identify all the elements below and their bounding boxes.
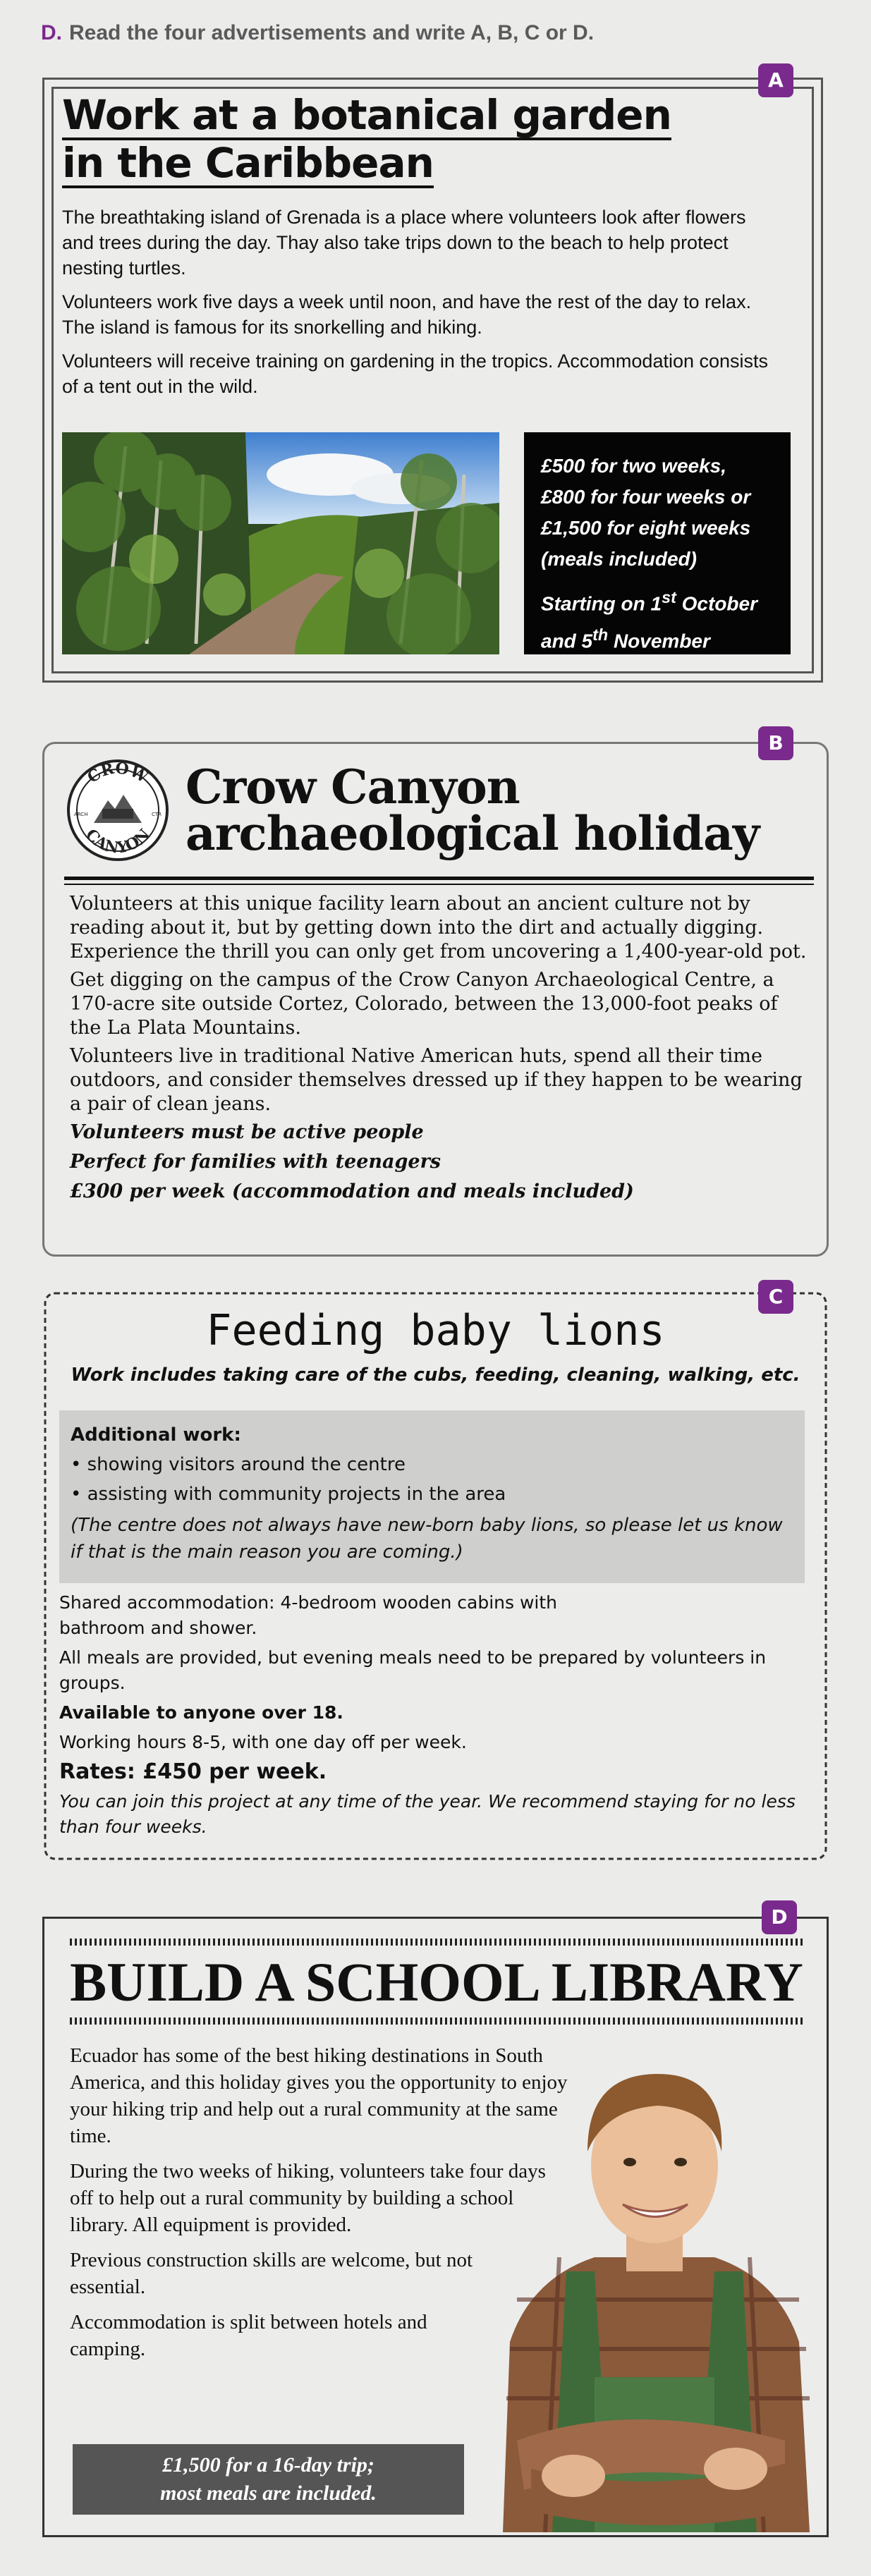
- advert-c-subtitle: Work includes taking care of the cubs, f…: [71, 1365, 800, 1386]
- advert-d: BUILD A SCHOOL LIBRARY Ecuador has some …: [42, 1917, 829, 2537]
- volunteer-photo: [489, 2046, 820, 2533]
- instruction: D. Read the four advertisements and write…: [41, 21, 594, 45]
- instruction-letter: D.: [41, 21, 62, 44]
- advert-b-body: Volunteers at this unique facility learn…: [70, 893, 807, 1202]
- tag-d: D: [762, 1900, 797, 1934]
- advert-a-start-dates: Starting on 1st October and 5th November: [541, 588, 758, 652]
- tag-a: A: [758, 63, 793, 97]
- advert-c-body: Shared accommodation: 4-bedroom wooden c…: [59, 1592, 796, 1837]
- advert-b-title: Crow Canyon archaeological holiday: [185, 759, 760, 861]
- advert-d-title: BUILD A SCHOOL LIBRARY: [70, 1951, 803, 2013]
- stripe-top: [70, 1939, 803, 1946]
- divider: [64, 877, 814, 880]
- tag-c: C: [758, 1280, 793, 1314]
- crow-canyon-logo: CROW CANYON ARCH CTR: [66, 758, 170, 862]
- advert-b: CROW CANYON ARCH CTR Crow Canyon archaeo…: [42, 742, 829, 1257]
- tag-b: B: [758, 726, 793, 760]
- svg-text:CTR: CTR: [152, 812, 162, 817]
- additional-work-box: Additional work: • showing visitors arou…: [59, 1410, 805, 1583]
- advert-d-price-box: £1,500 for a 16-day trip; most meals are…: [73, 2444, 464, 2515]
- instruction-text: Read the four advertisements and write A…: [69, 21, 595, 44]
- stripe-bottom: [70, 2018, 803, 2025]
- advert-a-body: The breathtaking island of Grenada is a …: [62, 207, 769, 397]
- advert-a-title: Work at a botanical garden in the Caribb…: [62, 91, 672, 188]
- garden-photo: [62, 432, 499, 654]
- divider: [64, 884, 814, 885]
- svg-text:ARCH: ARCH: [74, 812, 87, 817]
- advert-c: Feeding baby lions Work includes taking …: [42, 1290, 829, 1862]
- advert-c-title: Feeding baby lions: [206, 1306, 665, 1355]
- advert-a: Work at a botanical garden in the Caribb…: [42, 78, 823, 683]
- advert-a-price-box: £500 for two weeks, £800 for four weeks …: [524, 432, 791, 654]
